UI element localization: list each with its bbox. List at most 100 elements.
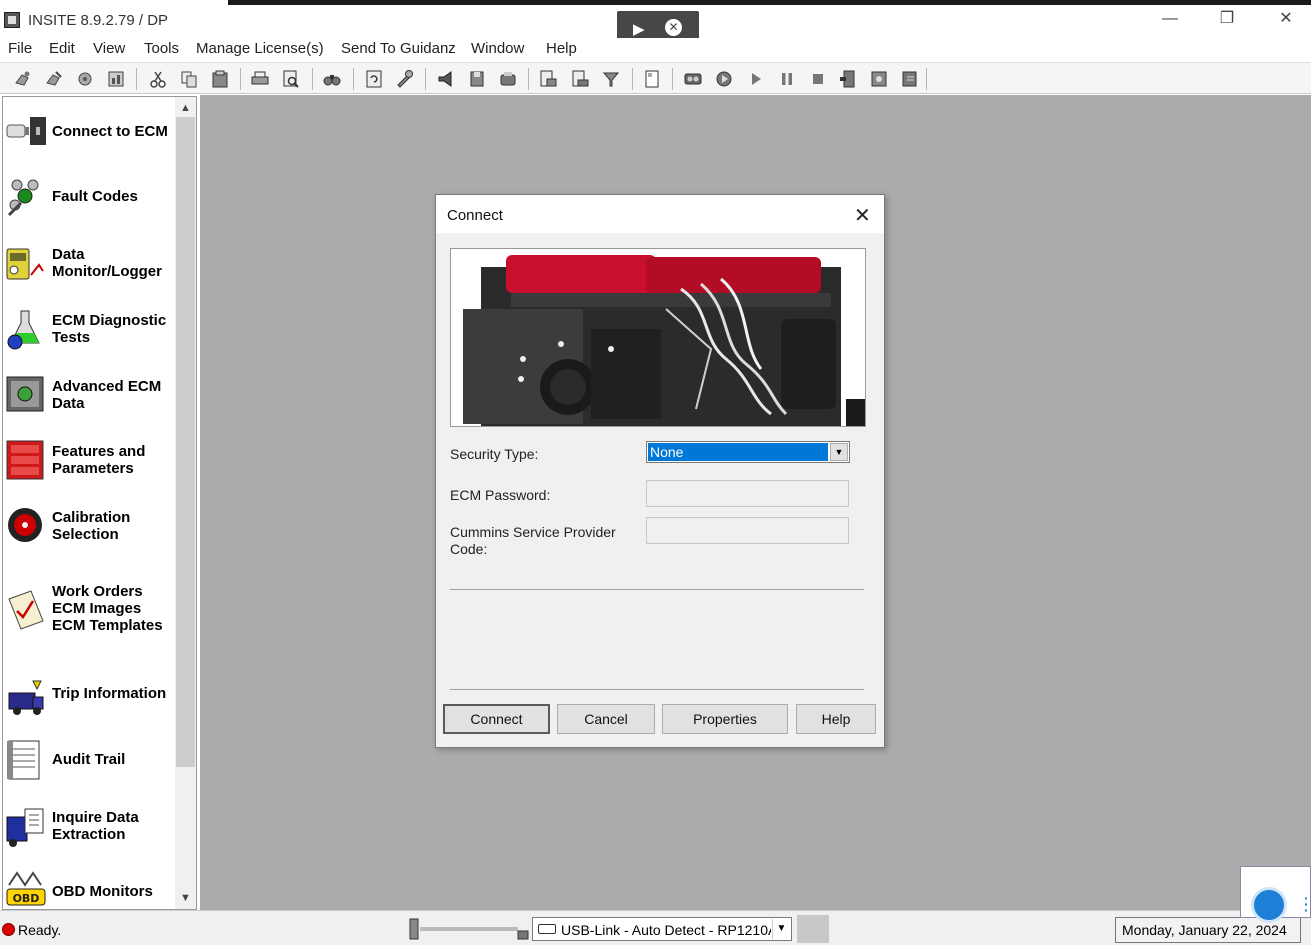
sidebar-item-obd-monitors[interactable]: OBD OBD Monitors: [5, 869, 175, 909]
status-text: Ready.: [18, 922, 62, 938]
sidebar-item-work-orders[interactable]: Work Orders ECM Images ECM Templates: [5, 583, 175, 639]
record-icon[interactable]: [683, 69, 703, 89]
more-options-icon[interactable]: · · ·: [1304, 891, 1309, 917]
import-icon[interactable]: [570, 69, 590, 89]
sidebar-item-audit-trail[interactable]: Audit Trail: [5, 737, 175, 781]
save-icon[interactable]: [467, 69, 487, 89]
status-indicator-icon: [2, 923, 15, 936]
toolbar-separator: [240, 68, 241, 90]
sidebar-item-calibration-selection[interactable]: Calibration Selection: [5, 505, 175, 547]
copy-icon[interactable]: [179, 69, 199, 89]
features-drawers-icon: [5, 439, 47, 480]
menu-file[interactable]: File: [8, 40, 32, 57]
print-preview-icon[interactable]: [281, 69, 301, 89]
properties-button[interactable]: Properties: [662, 704, 788, 734]
menu-bar: File Edit View Tools Manage License(s) S…: [0, 38, 1311, 60]
dialog-title: Connect: [447, 207, 503, 224]
cancel-button[interactable]: Cancel: [557, 704, 655, 734]
toolbar-separator: [312, 68, 313, 90]
sidebar-item-fault-codes[interactable]: Fault Codes: [5, 175, 175, 217]
connect-dialog: Connect ✕ Security Type: None ▼ ECM Pass…: [435, 194, 885, 748]
disconnect-icon[interactable]: [44, 69, 64, 89]
page-icon[interactable]: [642, 69, 662, 89]
security-type-value[interactable]: None: [648, 443, 828, 461]
report-icon[interactable]: [106, 69, 126, 89]
sync-icon[interactable]: [364, 69, 384, 89]
menu-send-to-guidanz[interactable]: Send To Guidanz: [341, 40, 456, 57]
refresh-icon[interactable]: [75, 69, 95, 89]
export-icon[interactable]: [538, 69, 558, 89]
cursor-arrow-icon[interactable]: ▶: [633, 20, 645, 38]
ecm-password-label: ECM Password:: [450, 487, 551, 503]
ecm-password-field[interactable]: [646, 480, 849, 507]
filter-icon[interactable]: [601, 69, 621, 89]
menu-view[interactable]: View: [93, 40, 125, 57]
scroll-down-icon[interactable]: ▼: [175, 889, 196, 907]
toolbar-separator: [672, 68, 673, 90]
sidebar-item-label: ECM Diagnostic Tests: [52, 312, 167, 346]
security-type-select[interactable]: None ▼: [646, 441, 850, 463]
toolbar-separator: [926, 68, 927, 90]
sidebar-item-ecm-diagnostic-tests[interactable]: ECM Diagnostic Tests: [5, 309, 175, 351]
menu-tools[interactable]: Tools: [144, 40, 179, 57]
navigation-sidebar: Connect to ECM Fault Codes Data Monitor/…: [2, 96, 197, 910]
connect-icon[interactable]: [13, 69, 33, 89]
close-button[interactable]: ✕: [1271, 8, 1301, 30]
sidebar-item-label: Inquire Data Extraction: [52, 809, 139, 843]
print-icon[interactable]: [250, 69, 270, 89]
play-icon[interactable]: [746, 69, 766, 89]
menu-window[interactable]: Window: [471, 40, 524, 57]
dialog-close-icon[interactable]: ✕: [854, 203, 871, 228]
window-title: INSITE 8.9.2.79 / DP: [28, 12, 169, 29]
horn-icon[interactable]: [436, 69, 456, 89]
snapshot-icon[interactable]: [838, 69, 858, 89]
sidebar-item-features-and-parameters[interactable]: Features and Parameters: [5, 439, 175, 481]
printer-icon[interactable]: [498, 69, 518, 89]
scroll-thumb[interactable]: [176, 117, 195, 767]
sidebar-item-advanced-ecm-data[interactable]: Advanced ECM Data: [5, 375, 175, 417]
menu-manage-license[interactable]: Manage License(s): [196, 40, 324, 57]
data-monitor-icon: [5, 245, 47, 285]
minimize-button[interactable]: —: [1155, 8, 1185, 30]
fault-codes-icon: [5, 175, 47, 217]
adapter-select[interactable]: USB-Link - Auto Detect - RP1210A ▼: [532, 917, 792, 941]
screen-top-strip: [228, 0, 1311, 5]
sidebar-item-label: Audit Trail: [52, 751, 126, 768]
menu-edit[interactable]: Edit: [49, 40, 75, 57]
play-icon[interactable]: [1251, 887, 1287, 923]
dialog-title-bar: Connect ✕: [436, 195, 884, 233]
sidebar-item-trip-information[interactable]: Trip Information: [5, 675, 175, 717]
close-session-icon[interactable]: ✕: [665, 19, 682, 36]
sidebar-item-label: Work Orders ECM Images ECM Templates: [52, 583, 163, 634]
svg-text:OBD: OBD: [13, 892, 40, 905]
help-button[interactable]: Help: [796, 704, 876, 734]
stop-icon[interactable]: [808, 69, 828, 89]
adapter-value[interactable]: USB-Link - Auto Detect - RP1210A: [561, 922, 771, 938]
cut-icon[interactable]: [148, 69, 168, 89]
menu-help[interactable]: Help: [546, 40, 577, 57]
chevron-down-icon[interactable]: ▼: [772, 919, 790, 939]
restore-button[interactable]: ❐: [1212, 8, 1242, 30]
find-icon[interactable]: [322, 69, 342, 89]
tool-icon[interactable]: [395, 69, 415, 89]
advanced-data-icon: [5, 375, 47, 415]
connect-button[interactable]: Connect: [443, 704, 550, 734]
toolbar-separator: [632, 68, 633, 90]
chevron-down-icon[interactable]: ▼: [830, 443, 848, 461]
scroll-up-icon[interactable]: ▲: [175, 99, 196, 117]
app-icon[interactable]: [4, 12, 20, 28]
record-alt-icon[interactable]: [714, 69, 734, 89]
sidebar-item-inquire-data-extraction[interactable]: Inquire Data Extraction: [5, 805, 175, 847]
ecm-connect-icon: [5, 113, 47, 153]
sidebar-item-data-monitor[interactable]: Data Monitor/Logger: [5, 243, 175, 285]
sidebar-item-connect-to-ecm[interactable]: Connect to ECM: [5, 113, 175, 153]
sidebar-item-label: Data Monitor/Logger: [52, 246, 162, 280]
pause-icon[interactable]: [777, 69, 797, 89]
provider-code-field[interactable]: [646, 517, 849, 544]
remote-support-widget[interactable]: · · ·: [1240, 866, 1311, 923]
paste-icon[interactable]: [210, 69, 230, 89]
bookmark-icon[interactable]: [869, 69, 889, 89]
sidebar-scrollbar[interactable]: ▲ ▼: [175, 97, 196, 909]
notes-icon[interactable]: [900, 69, 920, 89]
data-extraction-icon: [5, 807, 47, 847]
